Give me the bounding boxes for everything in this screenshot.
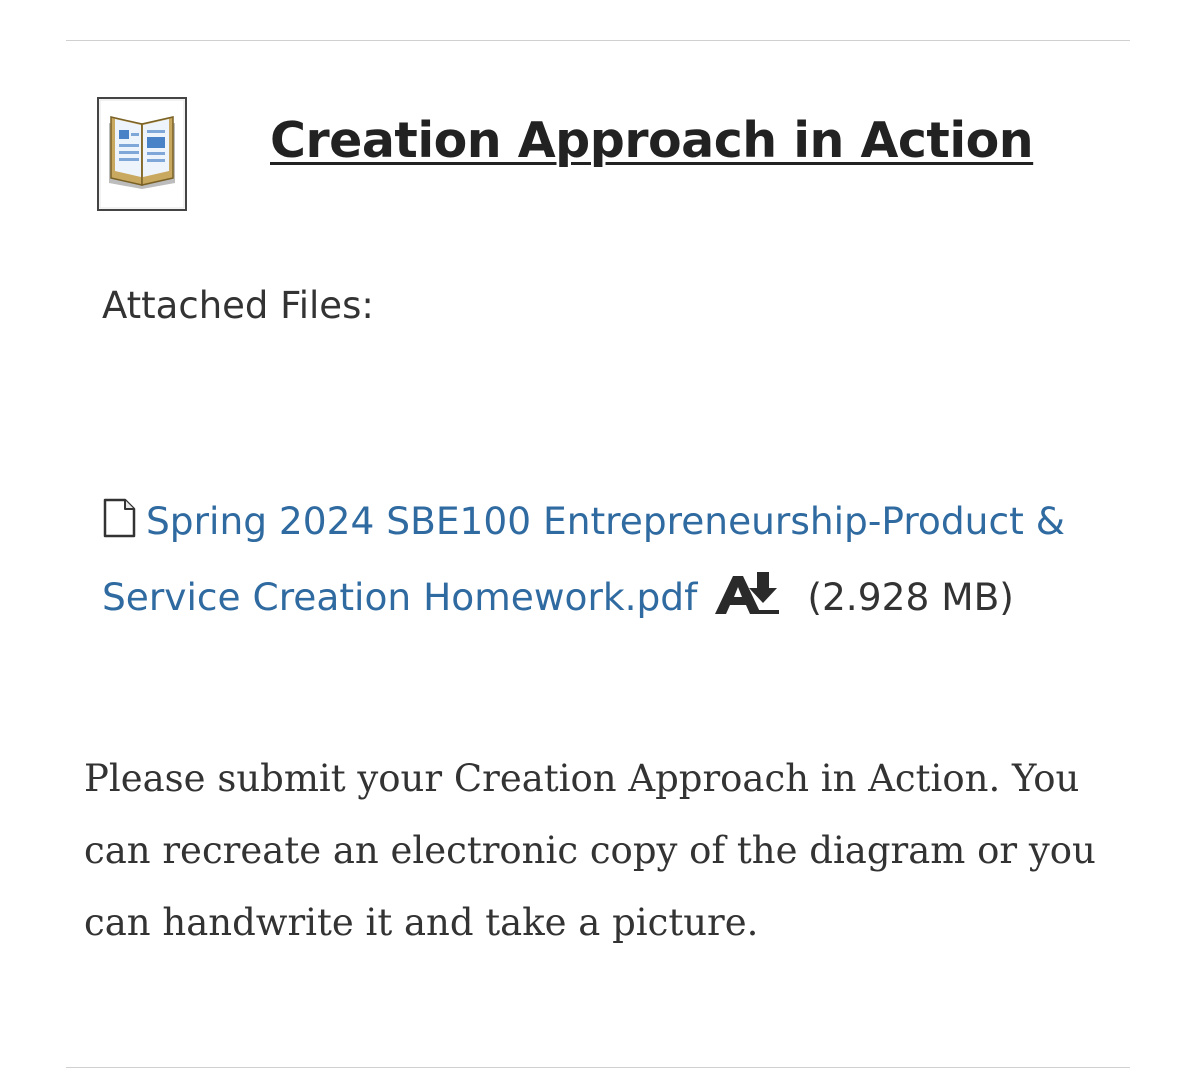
item-description: Please submit your Creation Approach in … xyxy=(84,757,1096,944)
attachment-file-size: (2.928 MB) xyxy=(807,575,1014,619)
document-icon xyxy=(103,498,136,538)
attachment-entry: Spring 2024 SBE100 Entrepreneurship-Prod… xyxy=(102,483,1112,635)
top-divider xyxy=(66,40,1130,41)
read-aloud-download-icon[interactable] xyxy=(713,570,791,618)
item-title-link[interactable]: Creation Approach in Action xyxy=(270,112,1034,169)
content-item-icon xyxy=(97,97,187,211)
bottom-divider xyxy=(66,1067,1130,1068)
content-item: Creation Approach in Action Attached Fil… xyxy=(0,0,1196,1080)
attached-files-label: Attached Files: xyxy=(102,284,374,327)
